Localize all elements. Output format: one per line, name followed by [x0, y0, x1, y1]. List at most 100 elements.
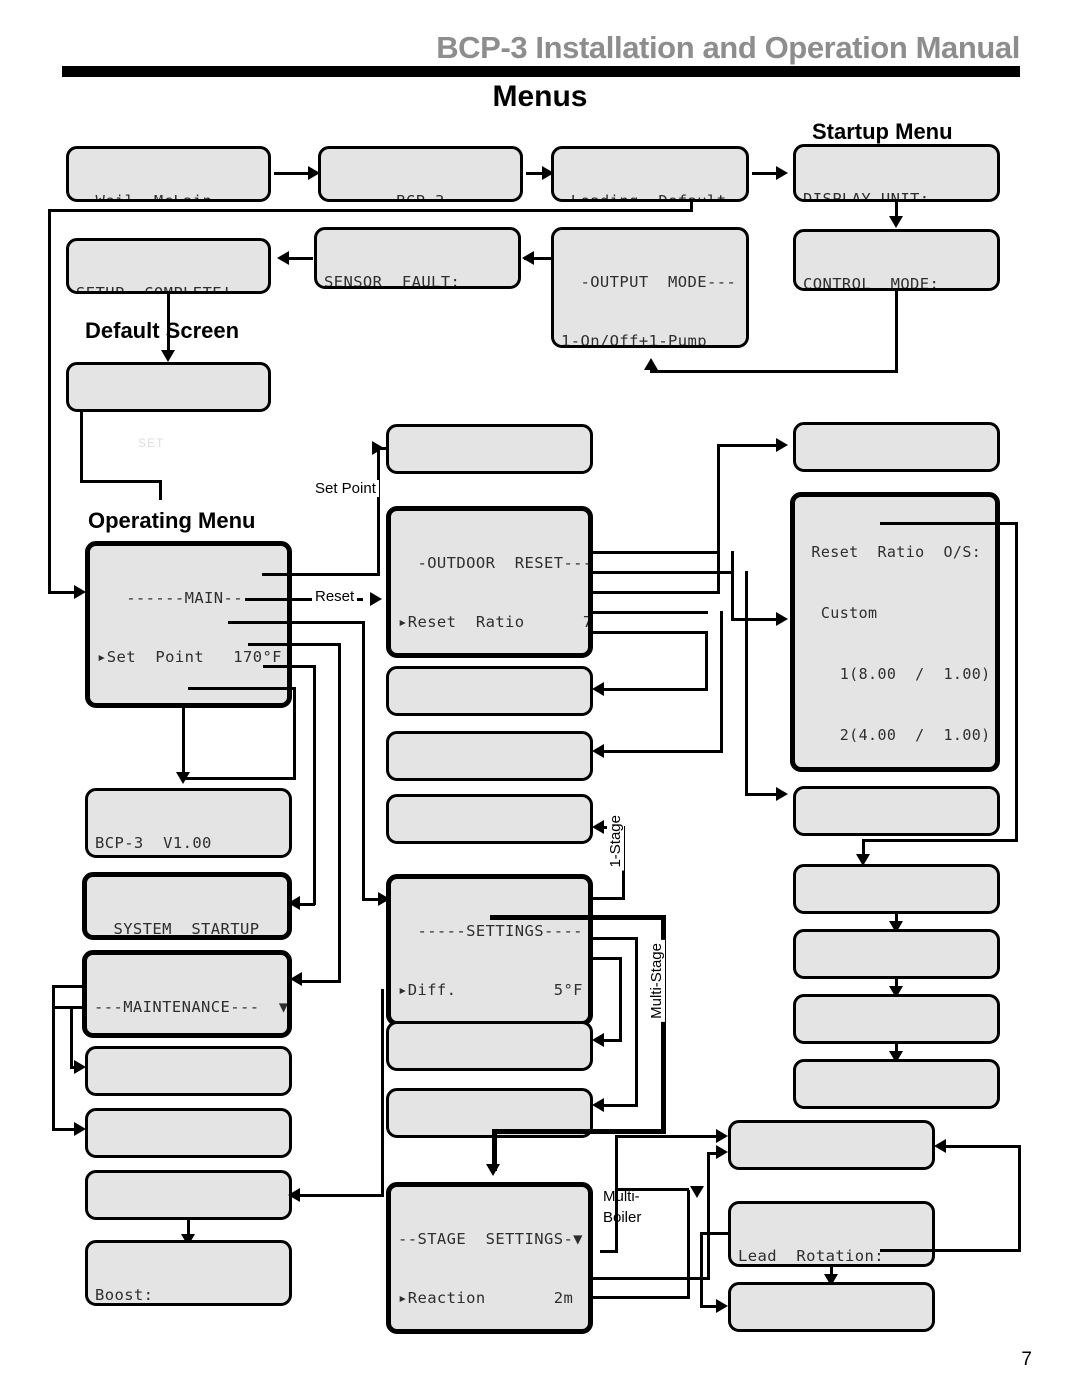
- arrowhead-to-offset: [776, 787, 788, 801]
- screen-control-mode: CONTROL MODE: Outdoor Reset Set Point: [793, 229, 1000, 291]
- line-maint-systrim: [52, 985, 84, 988]
- set-key-ghost-label: SET: [138, 436, 165, 450]
- heading-startup-menu: Startup Menu: [812, 119, 953, 144]
- screen-main-menu: ------MAIN-------- ▸Set Point 170°F <Out…: [85, 541, 292, 708]
- line-info-left-down: [182, 708, 185, 780]
- screen-set-sys-temp-2: Set SYS Temp 2: 170°F: [793, 994, 1000, 1044]
- line-multiboiler-down: [615, 1135, 618, 1250]
- screen-rotation-period: Rotation Period: 24hrs: [728, 1282, 935, 1332]
- screen-outdoor-trim: Outdoor Trim: +0°F: [85, 1046, 292, 1096]
- stage-settings-line-2: ▸Reaction 2m: [398, 1288, 574, 1307]
- screen-system-startup: SYSTEM STARTUP ▸No Yes: [82, 872, 292, 940]
- label-reset-branch: Reset: [312, 588, 358, 605]
- line-loading-left: [48, 209, 693, 212]
- line-mintgt-left: [598, 750, 723, 753]
- line-maintenance-down: [338, 643, 341, 983]
- line-control-to-output: [650, 370, 898, 373]
- line-main-setpoint: [262, 573, 380, 576]
- control-mode-line-1: CONTROL MODE:: [803, 275, 940, 291]
- page-title: BCP-3 Installation and Operation Manual: [436, 30, 1020, 65]
- line-settings-setback-down: [381, 989, 384, 1196]
- line-setpoint-up: [377, 447, 380, 575]
- label-multi-boiler-2: Boiler: [600, 1209, 645, 1226]
- screen-lead-rotation: Lead Rotation: ▸Time Manual: [728, 1201, 935, 1267]
- arrowhead-to-pump-run-on: [592, 1098, 604, 1112]
- line-cutoff-up: [717, 444, 720, 594]
- screen-max-target: Max Target: 200°F: [386, 666, 593, 716]
- system-trim-line-1: System Trim:: [95, 1154, 282, 1155]
- settings-line-2: ▸Diff. 5°F: [398, 980, 583, 999]
- line-multiboiler-bottom: [600, 1250, 618, 1253]
- label-one-stage: 1-Stage: [607, 812, 624, 871]
- output-mode-line-2: 1-On/Off+1-Pump: [561, 331, 707, 348]
- maintenance-line-1: ---MAINTENANCE--- ▼: [94, 998, 289, 1016]
- screen-stage-settings: --STAGE SETTINGS-▼ ▸Reaction 2m Purge 1.…: [386, 1182, 593, 1334]
- line-settings-setback: [292, 1194, 384, 1197]
- arrowhead-time-to-period: [716, 1299, 728, 1313]
- screen-output-mode: -OUTPUT MODE--- 1-On/Off+1-Pump 1-On/Off…: [551, 227, 749, 348]
- cutoff-line-1: Cutoff:: [803, 468, 990, 469]
- line-info-join: [182, 777, 294, 780]
- label-set-point-branch: Set Point: [312, 480, 379, 497]
- screen-cutoff: Cutoff: 60°F: [793, 422, 1000, 472]
- line-info-down: [293, 687, 296, 780]
- settings-line-1: -----SETTINGS---- ▼: [398, 922, 593, 940]
- arrowhead-to-reset-ratio: [776, 612, 788, 626]
- arrowhead-to-stage-settings: [486, 1164, 500, 1176]
- line-cutoff-right: [717, 444, 783, 447]
- line-stage-left: [492, 1129, 666, 1134]
- line-left-rail: [48, 209, 51, 594]
- line-maxtgt-left: [598, 688, 708, 691]
- main-menu-line-3: <Out. Reset>: [97, 706, 280, 708]
- screen-reset-ratio-os: Reset Ratio O/S: Custom 1(8.00 / 1.00) 2…: [790, 492, 1000, 772]
- line-maint-outtrim: [52, 1006, 84, 1009]
- line-or-maxtgt: [590, 631, 708, 634]
- arrowhead-to-info: [176, 772, 190, 784]
- screen-boiler-control: BCP-3 Boiler Control: [318, 146, 523, 202]
- arrowhead-to-cutoff: [776, 438, 788, 452]
- boiler-control-line-1: BCP-3: [328, 192, 445, 202]
- line-runon-down: [635, 937, 638, 1107]
- line-manual-back: [945, 1145, 1021, 1148]
- default-line-1: SYSTEM= 68°F: [76, 408, 261, 409]
- line-stage-right: [490, 915, 665, 920]
- set-point-line-1: Set Point:: [396, 470, 583, 471]
- screen-set-sys-temp-1: Set SYS Temp 1: 100°F: [793, 864, 1000, 914]
- screen-dhw-priority: DHW Priority: 60m: [386, 1021, 593, 1071]
- line-or-cutoff: [590, 591, 720, 594]
- at-od-2-line-1: At OD Temp 2:: [803, 1105, 990, 1106]
- line-settings-runon: [590, 937, 638, 940]
- line-default-right: [80, 480, 162, 483]
- line-outtrim-down: [70, 1006, 73, 1068]
- line-offset-down: [745, 571, 748, 796]
- screen-maintenance: ---MAINTENANCE--- ▼ ▸Sys. Trim +0°F Out.…: [82, 950, 292, 1038]
- arrowhead-to-outdoor-reset: [370, 592, 382, 606]
- screen-display-unit: DISPLAY UNIT: F C: [793, 144, 1000, 202]
- reset-ratio-row: 2(4.00 / 1.00): [802, 726, 991, 745]
- screen-boost: Boost: ▸No Yes: [85, 1240, 292, 1306]
- system-startup-line-1: SYSTEM STARTUP: [94, 920, 260, 938]
- reset-ratio-custom: Custom: [802, 604, 878, 623]
- line-default-to-main: [159, 480, 162, 500]
- sensor-fault-line-1: SENSOR FAULT:: [324, 273, 461, 289]
- line-custom-down: [1015, 522, 1018, 842]
- line-time-loop-top: [700, 1232, 730, 1235]
- line-control-down: [895, 291, 898, 373]
- info-line-1: BCP-3 V1.00: [95, 834, 212, 852]
- arrow-splash-to-boiler: [274, 172, 312, 175]
- screen-setup-complete: SETUP COMPLETE! PRESS SET: [66, 238, 271, 294]
- dhw-priority-line-1: DHW Priority:: [396, 1067, 583, 1068]
- page-number: 7: [1021, 1349, 1032, 1370]
- manual-page: BCP-3 Installation and Operation Manual …: [0, 0, 1080, 1397]
- screen-settings: -----SETTINGS---- ▼ ▸Diff. 5°F <Stage> R…: [386, 874, 593, 1026]
- arrowhead-to-lead-boiler: [716, 1145, 728, 1159]
- arrowhead-sensor-to-setup: [277, 251, 289, 265]
- line-or-ratio: [590, 551, 720, 554]
- line-default-down: [80, 412, 83, 482]
- arrowhead-to-dhw-priority: [592, 1033, 604, 1047]
- screen-system-trim: System Trim: +0°F: [85, 1108, 292, 1158]
- arrowhead-loading-to-display: [776, 166, 788, 180]
- screen-offset: Offset: +0°F: [793, 786, 1000, 836]
- display-unit-line-1: DISPLAY UNIT:: [803, 190, 930, 202]
- line-settings-down: [362, 621, 365, 901]
